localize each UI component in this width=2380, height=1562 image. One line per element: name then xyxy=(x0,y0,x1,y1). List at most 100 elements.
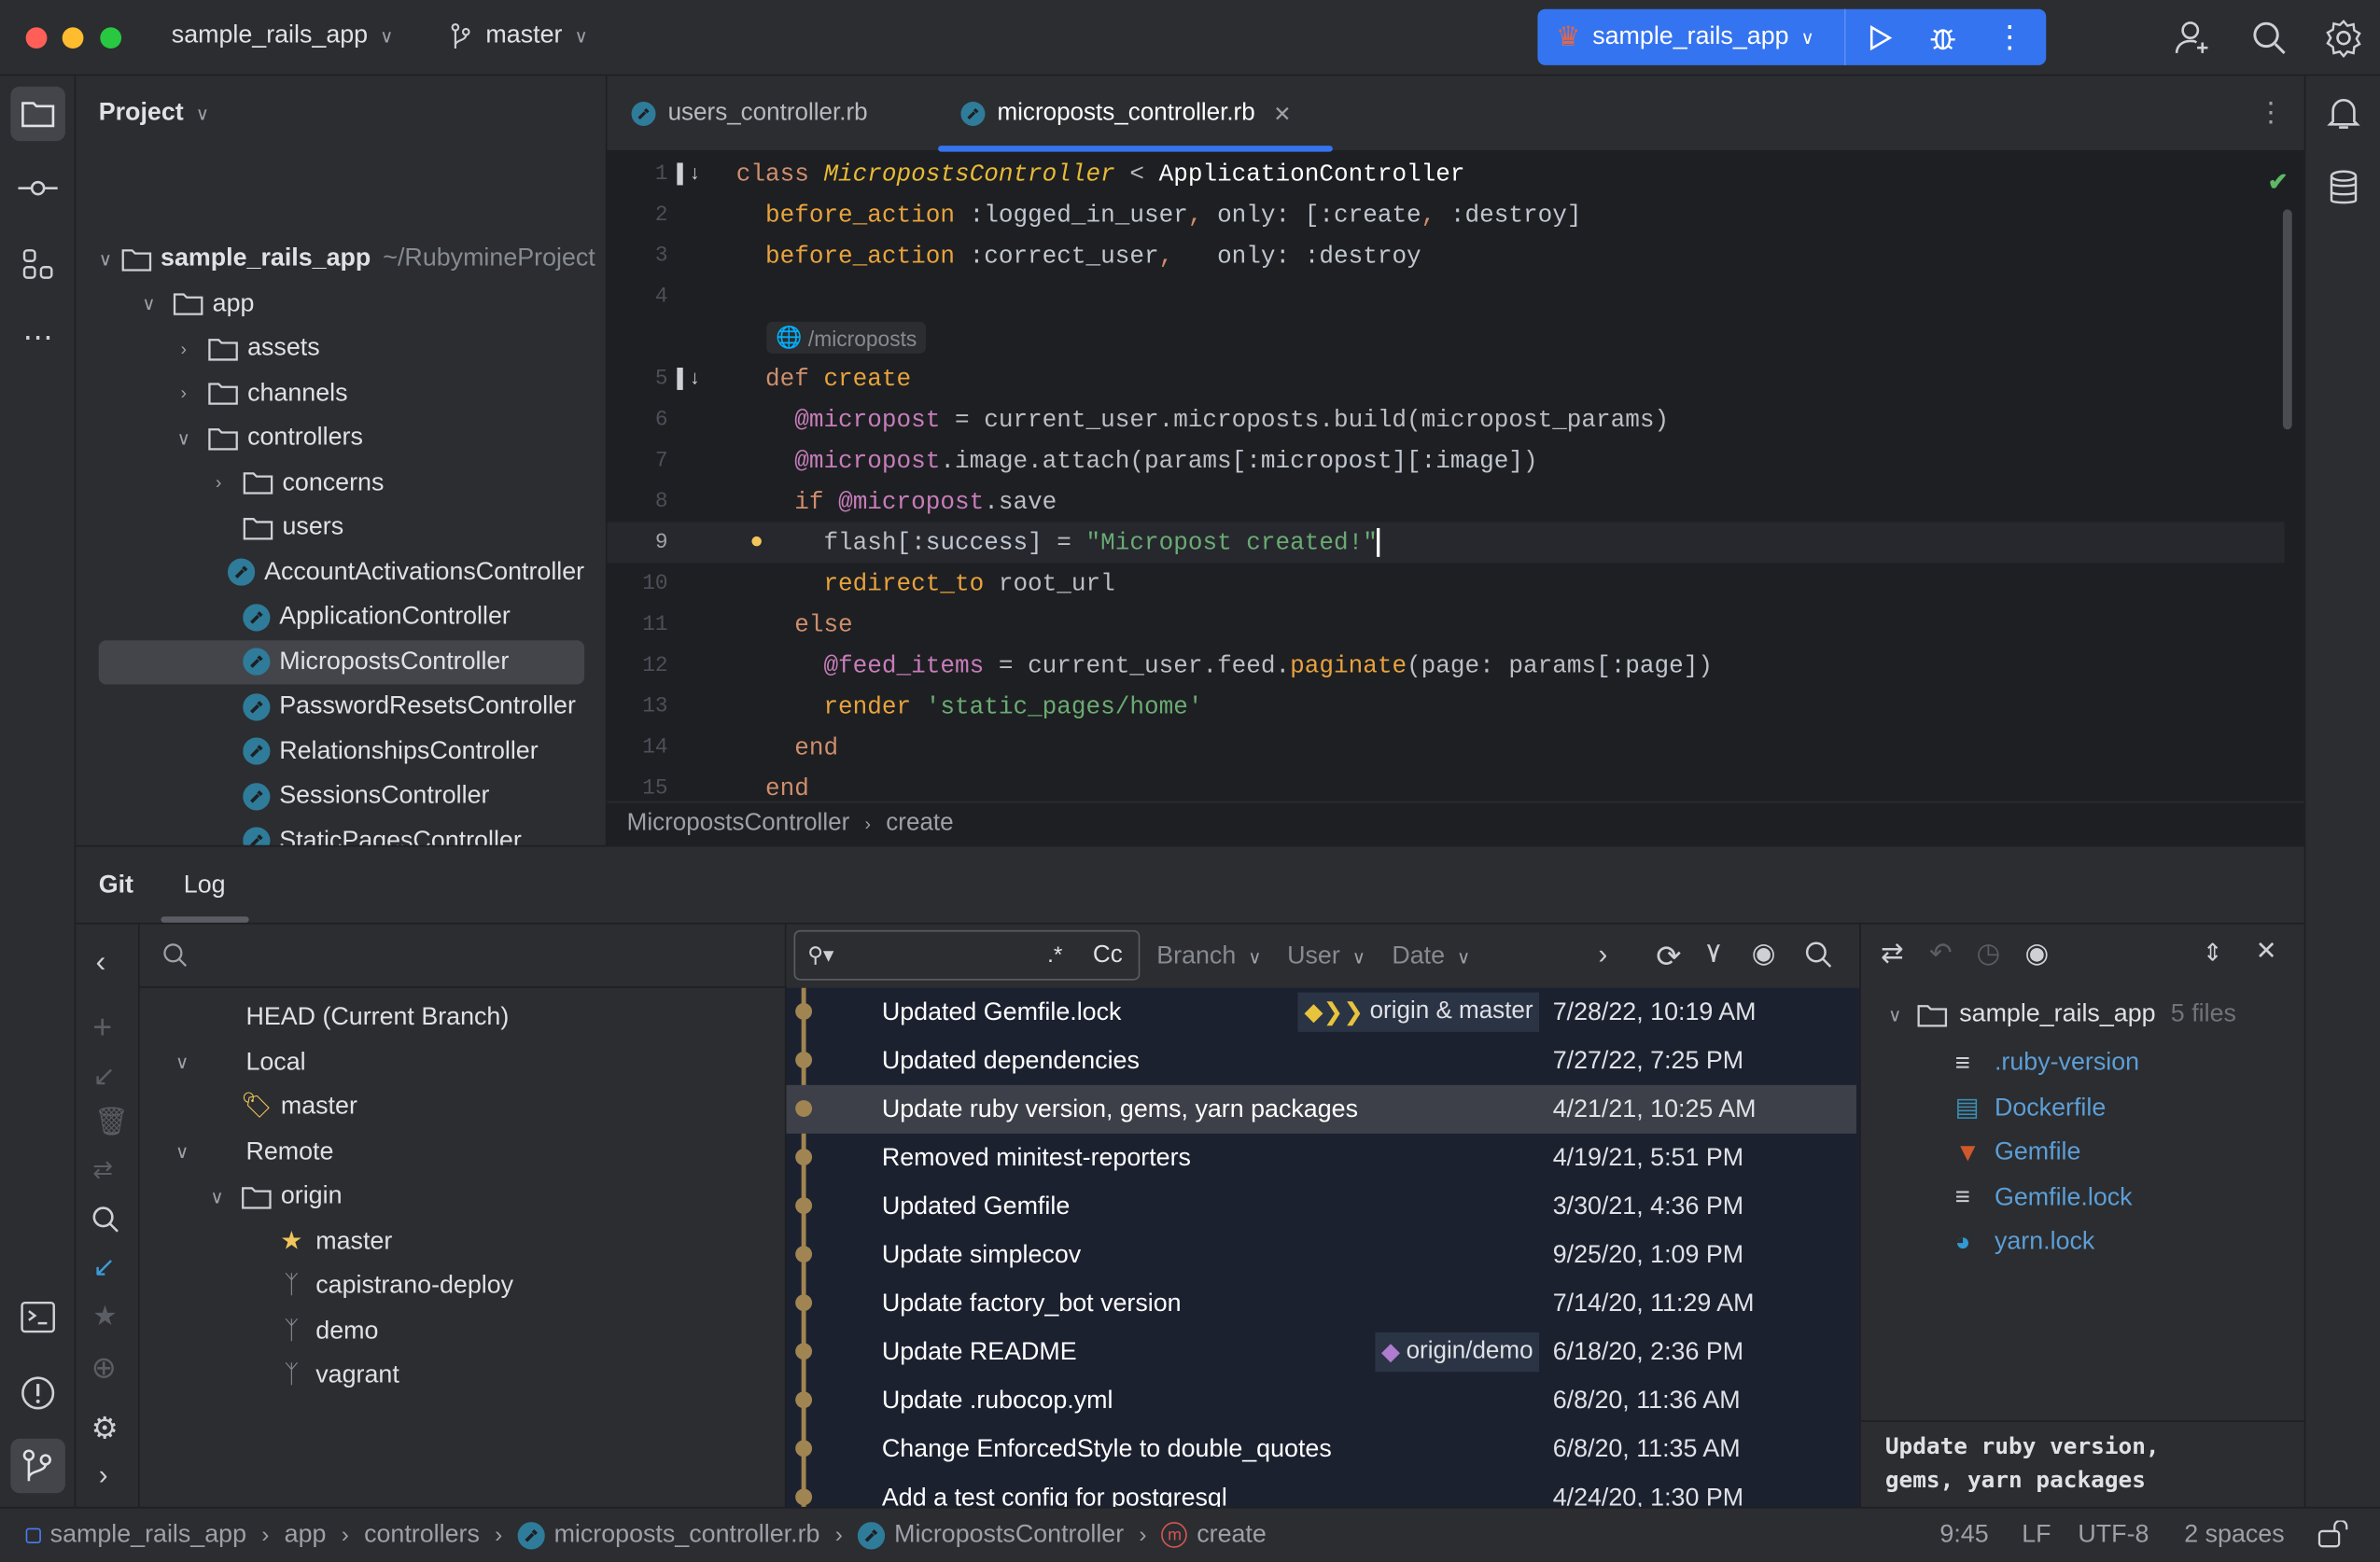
chevron-down-icon[interactable]: ∨ xyxy=(133,293,164,314)
chevron-right-icon[interactable]: › xyxy=(169,383,200,404)
chevron-down-icon[interactable]: ∨ xyxy=(99,248,112,270)
indent-setting[interactable]: 2 spaces xyxy=(2184,1521,2284,1550)
commit-search-input[interactable]: ⚲▾ .* Cc xyxy=(793,929,1141,981)
match-case-toggle[interactable]: Cc xyxy=(1093,941,1123,969)
notifications-bell-icon[interactable] xyxy=(2317,87,2372,142)
compare-icon[interactable]: ⇄ xyxy=(92,1155,113,1186)
branch-item[interactable]: 🏷 master xyxy=(167,1085,357,1129)
structure-tool-button[interactable] xyxy=(10,237,65,292)
collapse-all-icon[interactable]: ✕ xyxy=(2256,936,2277,967)
tree-item[interactable]: ∨ app xyxy=(99,282,584,326)
search-icon[interactable] xyxy=(1805,941,1832,968)
tree-item[interactable]: PasswordResetsController xyxy=(99,684,584,728)
override-gutter-icon[interactable]: ▌↓ xyxy=(677,368,700,390)
chevron-down-icon[interactable]: ∨ xyxy=(167,1141,198,1163)
changed-file[interactable]: ≡ Gemfile.lock xyxy=(1955,1176,2133,1220)
maximize-window-button[interactable] xyxy=(100,27,122,49)
close-window-button[interactable] xyxy=(25,27,48,49)
tab-log[interactable]: Log xyxy=(184,871,226,900)
code-line[interactable]: 2 before_action :logged_in_user, only: [… xyxy=(608,194,2285,235)
refresh-icon[interactable]: ⟳ xyxy=(1656,938,1681,976)
code-line[interactable]: 8 if @micropost.save xyxy=(608,481,2285,523)
commit-tool-button[interactable] xyxy=(10,160,65,216)
code-line[interactable]: 10 redirect_to root_url xyxy=(608,563,2285,604)
code-line[interactable]: 11 else xyxy=(608,604,2285,645)
more-options-icon[interactable]: ⋮ xyxy=(1995,22,2025,53)
commit-row[interactable]: Add a test config for postgresql 4/24/20,… xyxy=(786,1473,1856,1509)
commit-row[interactable]: Removed minitest-reporters 4/19/21, 5:51 … xyxy=(786,1134,1856,1182)
tab-options-icon[interactable]: ⋮ xyxy=(2257,97,2284,129)
code-line[interactable]: 6 @micropost = current_user.microposts.b… xyxy=(608,399,2285,440)
tree-item[interactable]: StaticPagesController xyxy=(99,818,584,845)
path-item[interactable]: app xyxy=(285,1521,327,1550)
commit-row[interactable]: Update .rubocop.yml 6/8/20, 11:36 AM xyxy=(786,1376,1856,1425)
branch-item[interactable]: ★ master xyxy=(167,1220,392,1263)
git-tool-button[interactable] xyxy=(10,1438,65,1494)
tab-users-controller[interactable]: users_controller.rb xyxy=(631,76,868,151)
settings-gear-icon[interactable]: ⚙ xyxy=(91,1410,119,1448)
tree-item[interactable]: › assets xyxy=(99,327,584,370)
expand-all-icon[interactable]: ⇕ xyxy=(2203,938,2223,969)
more-tools-icon[interactable]: ⋯ xyxy=(10,310,65,365)
debug-button[interactable] xyxy=(1927,22,1958,53)
view-options-eye-icon[interactable]: ◉ xyxy=(1752,938,1776,969)
branch-item[interactable]: ᛉ demo xyxy=(167,1309,378,1353)
commit-row[interactable]: Update ruby version, gems, yarn packages… xyxy=(786,1084,1856,1134)
path-item[interactable]: microposts_controller.rb xyxy=(517,1521,819,1550)
path-item[interactable]: controllers xyxy=(364,1521,480,1550)
run-config-selector[interactable]: ♛ sample_rails_app ∨ xyxy=(1537,8,1846,65)
breadcrumb-class[interactable]: MicropostsController xyxy=(627,810,850,837)
tree-item[interactable]: ∨ sample_rails_app ~/RubymineProject xyxy=(99,237,595,281)
file-encoding[interactable]: UTF-8 xyxy=(2078,1521,2149,1550)
chevron-down-icon[interactable]: ∨ xyxy=(169,427,200,449)
branch-item[interactable]: ∨ Local xyxy=(167,1040,306,1084)
override-gutter-icon[interactable]: ▌↓ xyxy=(677,162,700,185)
regex-toggle[interactable]: .* xyxy=(1047,942,1062,969)
tree-item[interactable]: › concerns xyxy=(99,461,584,505)
line-ending[interactable]: LF xyxy=(2022,1521,2051,1550)
chevron-down-icon[interactable]: ∨ xyxy=(202,1186,232,1207)
code-line[interactable]: 15 end xyxy=(608,768,2285,801)
project-switcher[interactable]: sample_rails_app ∨ xyxy=(172,21,394,50)
code-line[interactable]: 14 end xyxy=(608,727,2285,768)
user-filter[interactable]: User ∨ xyxy=(1287,942,1365,971)
delete-trash-icon[interactable]: 🗑 xyxy=(94,1107,129,1138)
changed-file[interactable]: ▼ Gemfile xyxy=(1955,1131,2081,1175)
commit-row[interactable]: Update simplecov 9/25/20, 1:09 PM xyxy=(786,1231,1856,1279)
checkout-icon[interactable]: ↙ xyxy=(92,1252,116,1284)
preview-eye-icon[interactable]: ◉ xyxy=(2024,938,2049,969)
commit-row[interactable]: Updated Gemfile.lock ◆❯❯ origin & master 7/… xyxy=(786,988,1856,1037)
branch-switcher[interactable]: master ∨ xyxy=(449,21,588,50)
revert-icon[interactable]: ↶ xyxy=(1929,938,1953,969)
changed-file[interactable]: ◕ yarn.lock xyxy=(1955,1220,2095,1264)
add-user-icon[interactable] xyxy=(2174,20,2213,56)
search-icon[interactable] xyxy=(91,1205,122,1235)
run-button[interactable] xyxy=(1864,22,1895,53)
terminal-tool-button[interactable] xyxy=(10,1290,65,1345)
database-icon[interactable] xyxy=(2317,160,2372,216)
tree-item[interactable]: ∨ controllers xyxy=(99,416,584,460)
editor-scrollbar[interactable] xyxy=(2282,209,2292,430)
code-line[interactable]: 9 ● flash[:success] = "Micropost created!… xyxy=(607,522,2285,564)
code-line[interactable]: 7 @micropost.image.attach(params[:microp… xyxy=(608,440,2285,481)
commit-row[interactable]: Change EnforcedStyle to double_quotes 6/8… xyxy=(786,1425,1856,1473)
branch-item[interactable]: ∨ origin xyxy=(167,1175,342,1219)
path-item[interactable]: MicropostsController xyxy=(858,1521,1124,1550)
settings-gear-icon[interactable] xyxy=(2324,19,2363,58)
tab-microposts-controller[interactable]: microposts_controller.rb ✕ xyxy=(960,76,1291,151)
problems-tool-button[interactable] xyxy=(10,1366,65,1421)
unlock-icon[interactable] xyxy=(2317,1520,2351,1548)
route-inlay-hint[interactable]: 🌐/microposts xyxy=(766,321,927,354)
code-line[interactable]: 13 render 'static_pages/home' xyxy=(608,686,2285,727)
tree-item[interactable]: MicropostsController xyxy=(98,639,585,684)
code-area[interactable]: 1 ▌↓ class MicropostsController < Applicat… xyxy=(607,153,2304,802)
tree-item[interactable]: › channels xyxy=(99,371,584,415)
code-line[interactable]: 4 xyxy=(608,276,2285,317)
chevron-down-icon[interactable]: ∨ xyxy=(167,1052,198,1073)
breadcrumb-method[interactable]: create xyxy=(886,810,953,837)
commit-row[interactable]: Updated dependencies 7/27/22, 7:25 PM xyxy=(786,1037,1856,1085)
code-line[interactable]: 5 ▌↓ def create xyxy=(608,358,2285,399)
branch-item[interactable]: ∨ Remote xyxy=(167,1130,333,1174)
branch-item[interactable]: ᛉ capistrano-deploy xyxy=(167,1264,513,1308)
tree-item[interactable]: AccountActivationsController xyxy=(99,551,584,594)
